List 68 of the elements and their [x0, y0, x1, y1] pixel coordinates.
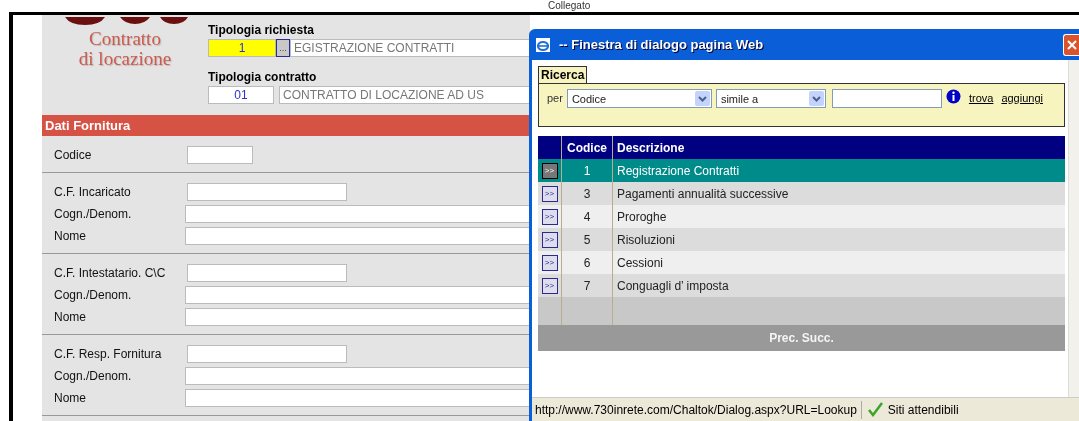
- field-label: Nome: [54, 391, 87, 405]
- table-row[interactable]: >> 1 Registrazione Contratti: [538, 159, 1065, 182]
- status-zone: Siti attendibili: [887, 402, 959, 417]
- info-icon: [945, 89, 961, 104]
- caret-icon: [808, 91, 824, 106]
- field-dropdown[interactable]: Codice: [566, 89, 712, 108]
- table-row[interactable]: >> 3 Pagamenti annualità successive: [538, 182, 1065, 205]
- status-url: http://www.730inrete.com/Chaltok/Dialog.aspx?URL=Lookup: [532, 400, 862, 419]
- table-cell-text: Proroghe: [616, 208, 668, 226]
- per-label: per: [547, 91, 563, 106]
- field-label: Tipologia richiesta: [208, 23, 315, 37]
- dialog-title: -- Finestra di dialogo pagina Web: [559, 37, 764, 52]
- checkmark-icon: [867, 402, 883, 417]
- field-label: Cogn./Denom.: [54, 369, 133, 383]
- table-cell-text: Risoluzioni: [616, 231, 677, 249]
- close-button[interactable]: [1063, 33, 1079, 56]
- text-field[interactable]: [187, 345, 347, 363]
- search-field[interactable]: [831, 89, 942, 108]
- text-field[interactable]: [185, 308, 530, 326]
- code-field[interactable]: 1: [208, 39, 276, 57]
- field-label: Codice: [54, 148, 93, 162]
- field-label: Nome: [54, 229, 87, 243]
- table-cell-text: Registrazione Contratti: [616, 162, 741, 180]
- table-cell-text: Conguagli d’ imposta: [616, 277, 730, 295]
- description-field[interactable]: CONTRATTO DI LOCAZIONE AD US: [279, 86, 530, 104]
- top-label: Collegato: [548, 0, 591, 11]
- tab[interactable]: Ricerca: [538, 66, 588, 83]
- field-label: Tipologia contratto: [208, 70, 318, 84]
- lookup-button[interactable]: ...: [276, 39, 290, 57]
- close-icon: [1066, 39, 1077, 50]
- table-cell-text: Pagamenti annualità successive: [616, 185, 790, 203]
- caret-icon: [694, 91, 710, 106]
- scrollbar[interactable]: [1068, 60, 1079, 397]
- field-label: C.F. Resp. Fornitura: [54, 347, 163, 361]
- field-label: Nome: [54, 310, 87, 324]
- select-row-button[interactable]: >>: [541, 162, 558, 179]
- text-field[interactable]: [185, 389, 530, 407]
- field-label: Cogn./Denom.: [54, 207, 133, 221]
- text-field[interactable]: [185, 205, 530, 223]
- table-row[interactable]: >> 7 Conguagli d’ imposta: [538, 274, 1065, 297]
- text-field[interactable]: [185, 367, 530, 385]
- select-row-button[interactable]: >>: [541, 185, 558, 202]
- select-row-button[interactable]: >>: [541, 208, 558, 225]
- table-row[interactable]: >> 6 Cessioni: [538, 251, 1065, 274]
- section-header: Dati Fornitura: [42, 115, 530, 136]
- logo-text: Contratto: [89, 29, 161, 49]
- logo-text: di locazione: [78, 49, 172, 69]
- description-field[interactable]: EGISTRAZIONE CONTRATTI: [290, 39, 530, 57]
- operator-dropdown[interactable]: simile a: [715, 89, 826, 108]
- table-row[interactable]: >> 4 Proroghe: [538, 205, 1065, 228]
- field-label: C.F. Incaricato: [54, 185, 132, 199]
- field-label: C.F. Intestatario. C\C: [54, 266, 167, 280]
- action-link[interactable]: aggiungi: [1001, 89, 1043, 108]
- table-row[interactable]: >> 5 Risoluzioni: [538, 228, 1065, 251]
- select-row-button[interactable]: >>: [541, 231, 558, 248]
- select-row-button[interactable]: >>: [541, 254, 558, 271]
- action-link[interactable]: trova: [968, 89, 994, 108]
- browser-icon: [535, 36, 551, 53]
- text-field[interactable]: [185, 227, 530, 245]
- table-cell-text: Cessioni: [616, 254, 665, 272]
- text-field[interactable]: [187, 183, 347, 201]
- select-row-button[interactable]: >>: [541, 277, 558, 294]
- text-field[interactable]: [187, 264, 347, 282]
- code-field[interactable]: 01: [208, 86, 274, 104]
- text-field[interactable]: [187, 146, 253, 164]
- field-label: Cogn./Denom.: [54, 288, 133, 302]
- text-field[interactable]: [185, 286, 530, 304]
- column-header: Descrizione: [616, 139, 686, 157]
